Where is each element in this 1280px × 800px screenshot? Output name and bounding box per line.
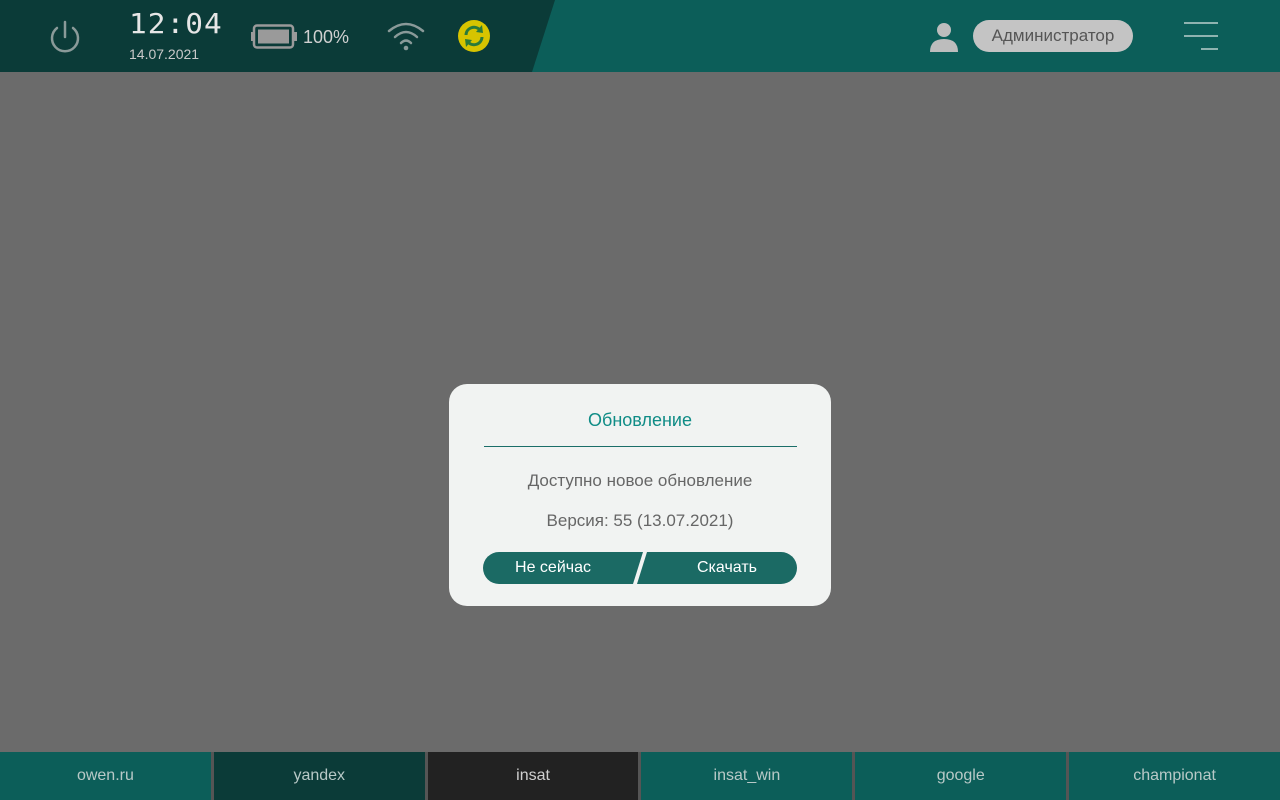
user-icon	[928, 22, 960, 52]
power-icon[interactable]	[46, 18, 84, 56]
tab-yandex[interactable]: yandex	[213, 752, 425, 800]
dialog-message: Доступно новое обновление	[527, 471, 753, 490]
wifi-icon	[387, 21, 425, 51]
user-name-button[interactable]: Администратор	[973, 20, 1133, 52]
dialog-version: Версия: 55 (13.07.2021)	[546, 511, 734, 530]
not-now-label: Не сейчас	[515, 559, 591, 576]
tab-google[interactable]: google	[855, 752, 1067, 800]
battery-icon	[251, 24, 297, 49]
tab-insat-win[interactable]: insat_win	[641, 752, 853, 800]
dialog-divider	[484, 446, 797, 447]
date: 14.07.2021	[129, 46, 200, 62]
download-button[interactable]: Скачать	[637, 552, 797, 584]
battery-level: 100%	[303, 27, 350, 47]
tab-championat[interactable]: championat	[1069, 752, 1280, 800]
menu-icon[interactable]	[1184, 22, 1218, 52]
tab-insat[interactable]: insat	[427, 752, 639, 800]
clock: 12:04	[129, 7, 223, 40]
bottom-tab-bar: owen.ru yandex insat insat_win google ch…	[0, 752, 1280, 800]
top-bar: 12:04 14.07.2021 100% Администратор	[0, 0, 1280, 72]
download-label: Скачать	[697, 559, 757, 576]
tab-owen[interactable]: owen.ru	[0, 752, 211, 800]
dialog-title: Обновление	[588, 410, 692, 430]
sync-icon[interactable]	[458, 20, 490, 52]
not-now-button[interactable]: Не сейчас	[483, 552, 643, 584]
update-dialog: Обновление Доступно новое обновление Вер…	[449, 384, 831, 606]
